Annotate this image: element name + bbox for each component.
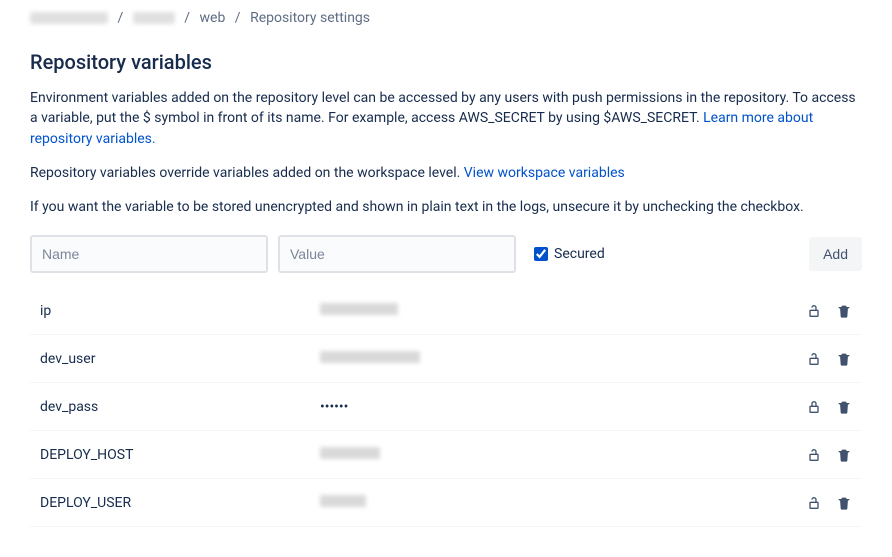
secured-checkbox-wrap[interactable]: Secured <box>526 246 605 262</box>
variable-row: dev_user <box>30 335 862 383</box>
breadcrumb-sep: / <box>235 10 241 26</box>
variable-name: DEPLOY_HOST <box>30 447 320 463</box>
secured-label: Secured <box>554 246 605 262</box>
breadcrumb-sep: / <box>184 10 190 26</box>
add-button[interactable]: Add <box>809 237 862 271</box>
redacted-value <box>320 351 420 363</box>
variable-row: DEPLOY_USER <box>30 479 862 527</box>
lock-icon[interactable] <box>804 397 824 417</box>
redacted-value <box>320 303 398 315</box>
variable-value <box>320 495 802 511</box>
variable-name: ip <box>30 303 320 319</box>
breadcrumb-item-3[interactable]: web <box>200 10 226 26</box>
trash-icon[interactable] <box>834 301 854 321</box>
trash-icon[interactable] <box>834 445 854 465</box>
view-workspace-vars-link[interactable]: View workspace variables <box>464 165 625 181</box>
trash-icon[interactable] <box>834 349 854 369</box>
secured-checkbox[interactable] <box>534 247 548 261</box>
intro-p2: Repository variables override variables … <box>30 165 464 181</box>
breadcrumb-sep: / <box>117 10 123 26</box>
variable-value <box>320 351 802 367</box>
intro-p3: If you want the variable to be stored un… <box>30 197 862 217</box>
unlock-icon[interactable] <box>804 493 824 513</box>
unlock-icon[interactable] <box>804 445 824 465</box>
variable-actions <box>802 445 862 465</box>
unlock-icon[interactable] <box>804 349 824 369</box>
variable-actions <box>802 397 862 417</box>
variable-value <box>320 447 802 463</box>
variable-name: dev_pass <box>30 399 320 415</box>
trash-icon[interactable] <box>834 397 854 417</box>
variable-row: dev_pass•••••• <box>30 383 862 431</box>
variable-actions <box>802 493 862 513</box>
variable-actions <box>802 349 862 369</box>
page-title: Repository variables <box>30 50 862 74</box>
variable-value <box>320 303 802 319</box>
add-variable-form: Secured Add <box>30 235 862 273</box>
breadcrumb-item-1[interactable] <box>30 12 108 24</box>
unlock-icon[interactable] <box>804 301 824 321</box>
variable-name: DEPLOY_USER <box>30 495 320 511</box>
variable-name: dev_user <box>30 351 320 367</box>
variable-row: DEPLOY_HOST <box>30 431 862 479</box>
variable-name-input[interactable] <box>30 235 268 273</box>
variable-value-input[interactable] <box>278 235 516 273</box>
intro-text: Environment variables added on the repos… <box>30 88 862 217</box>
breadcrumb: / / web / Repository settings <box>30 10 862 26</box>
variables-table: ip dev_user dev_pass•••••• DEPLOY_HOST D… <box>30 287 862 527</box>
variable-row: ip <box>30 287 862 335</box>
redacted-value <box>320 495 366 507</box>
breadcrumb-item-2[interactable] <box>133 12 175 24</box>
trash-icon[interactable] <box>834 493 854 513</box>
variable-actions <box>802 301 862 321</box>
breadcrumb-item-4: Repository settings <box>250 10 370 26</box>
variable-value: •••••• <box>320 399 802 415</box>
redacted-value <box>320 447 380 459</box>
